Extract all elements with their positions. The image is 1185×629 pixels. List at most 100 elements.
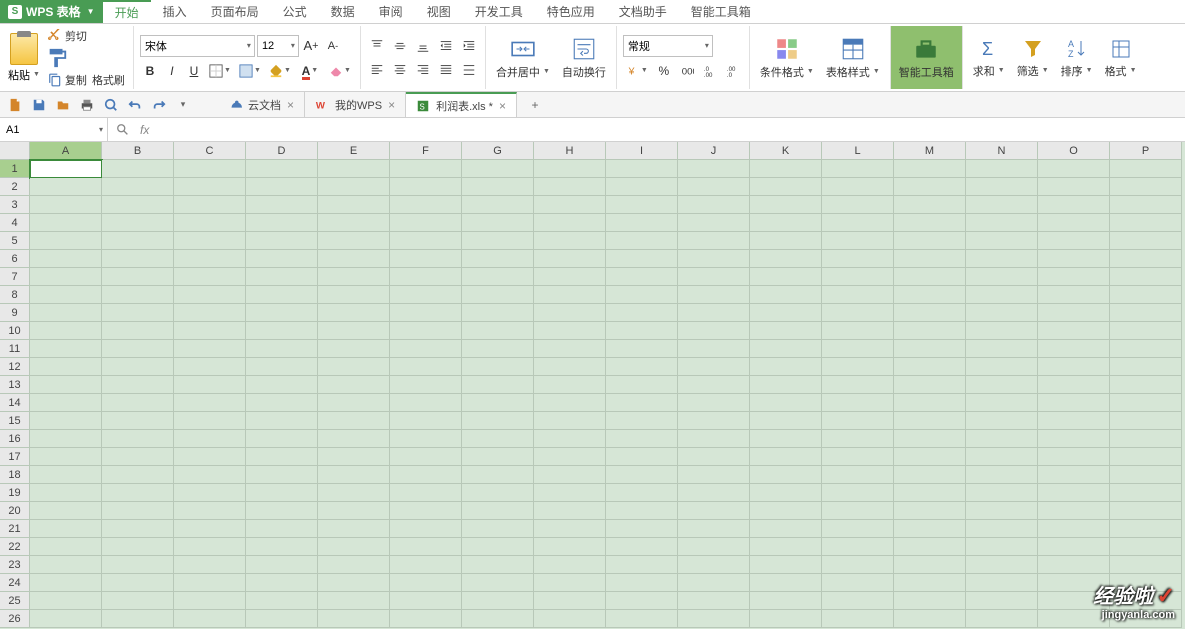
align-left-button[interactable] [367, 60, 387, 80]
cell[interactable] [1038, 412, 1110, 430]
cell[interactable] [606, 358, 678, 376]
row-header[interactable]: 7 [0, 268, 30, 286]
cell[interactable] [390, 610, 462, 628]
cell[interactable] [174, 232, 246, 250]
cell[interactable] [534, 556, 606, 574]
cell[interactable] [750, 520, 822, 538]
cell[interactable] [246, 214, 318, 232]
cell[interactable] [678, 232, 750, 250]
cell[interactable] [318, 250, 390, 268]
cell[interactable] [1038, 232, 1110, 250]
qat-redo-button[interactable] [150, 96, 168, 114]
cell[interactable] [606, 394, 678, 412]
increase-indent-button[interactable] [459, 36, 479, 56]
cell[interactable] [534, 394, 606, 412]
cell[interactable] [390, 268, 462, 286]
cell[interactable] [390, 286, 462, 304]
col-header[interactable]: G [462, 142, 534, 160]
doc-tab-1[interactable]: W我的WPS× [305, 92, 406, 117]
cell[interactable] [750, 340, 822, 358]
cell[interactable] [462, 286, 534, 304]
app-title[interactable]: S WPS 表格 ▼ [0, 0, 103, 23]
cell[interactable] [894, 574, 966, 592]
cell[interactable] [534, 214, 606, 232]
cell[interactable] [534, 592, 606, 610]
cell[interactable] [1110, 250, 1182, 268]
cell[interactable] [1110, 340, 1182, 358]
col-header[interactable]: J [678, 142, 750, 160]
col-header[interactable]: C [174, 142, 246, 160]
cell[interactable] [462, 610, 534, 628]
row-header[interactable]: 12 [0, 358, 30, 376]
font-name-combo[interactable]: 宋体▾ [140, 35, 255, 57]
cell[interactable] [822, 232, 894, 250]
cell[interactable] [750, 556, 822, 574]
format-button[interactable]: 格式▼ [1101, 35, 1141, 81]
row-header[interactable]: 20 [0, 502, 30, 520]
cell[interactable] [318, 178, 390, 196]
cell[interactable] [462, 268, 534, 286]
cell[interactable] [822, 268, 894, 286]
cell[interactable] [462, 340, 534, 358]
cell[interactable] [894, 214, 966, 232]
cell[interactable] [462, 160, 534, 178]
cell[interactable] [750, 214, 822, 232]
bold-button[interactable]: B [140, 61, 160, 81]
cell[interactable] [102, 502, 174, 520]
cell[interactable] [30, 322, 102, 340]
cell[interactable] [318, 358, 390, 376]
cell[interactable] [822, 214, 894, 232]
dropdown-icon[interactable]: ▾ [291, 41, 295, 50]
cell[interactable] [822, 322, 894, 340]
cell[interactable] [606, 466, 678, 484]
cell[interactable] [390, 448, 462, 466]
cell[interactable] [1110, 538, 1182, 556]
cell[interactable] [822, 592, 894, 610]
cell[interactable] [102, 430, 174, 448]
cell[interactable] [462, 484, 534, 502]
cell[interactable] [534, 358, 606, 376]
cell[interactable] [102, 286, 174, 304]
col-header[interactable]: I [606, 142, 678, 160]
cell[interactable] [894, 232, 966, 250]
cell[interactable] [30, 376, 102, 394]
cell[interactable] [678, 394, 750, 412]
cell[interactable] [1038, 358, 1110, 376]
select-all-corner[interactable] [0, 142, 30, 160]
cell[interactable] [534, 610, 606, 628]
menu-tab-3[interactable]: 公式 [271, 0, 319, 23]
row-header[interactable]: 4 [0, 214, 30, 232]
cell[interactable] [966, 196, 1038, 214]
cell[interactable] [966, 376, 1038, 394]
cell[interactable] [318, 430, 390, 448]
fx-label[interactable]: fx [140, 123, 149, 137]
menu-tab-9[interactable]: 文档助手 [607, 0, 679, 23]
cell[interactable] [678, 484, 750, 502]
cell[interactable] [246, 574, 318, 592]
cell[interactable] [30, 268, 102, 286]
cond-format-button[interactable]: 条件格式▼ [756, 34, 818, 82]
cell[interactable] [390, 466, 462, 484]
cell[interactable] [1110, 268, 1182, 286]
cell[interactable] [390, 358, 462, 376]
col-header[interactable]: B [102, 142, 174, 160]
cell[interactable] [102, 520, 174, 538]
cell[interactable] [534, 484, 606, 502]
cell[interactable] [318, 556, 390, 574]
cell[interactable] [894, 448, 966, 466]
cell[interactable] [390, 160, 462, 178]
cell[interactable] [462, 538, 534, 556]
cell[interactable] [30, 574, 102, 592]
cell[interactable] [894, 178, 966, 196]
cell[interactable] [174, 538, 246, 556]
cell[interactable] [822, 304, 894, 322]
align-right-button[interactable] [413, 60, 433, 80]
cell[interactable] [30, 232, 102, 250]
cell[interactable] [246, 430, 318, 448]
cell[interactable] [534, 376, 606, 394]
cell[interactable] [390, 376, 462, 394]
cell[interactable] [966, 502, 1038, 520]
cell[interactable] [318, 538, 390, 556]
row-header[interactable]: 10 [0, 322, 30, 340]
cell[interactable] [174, 556, 246, 574]
